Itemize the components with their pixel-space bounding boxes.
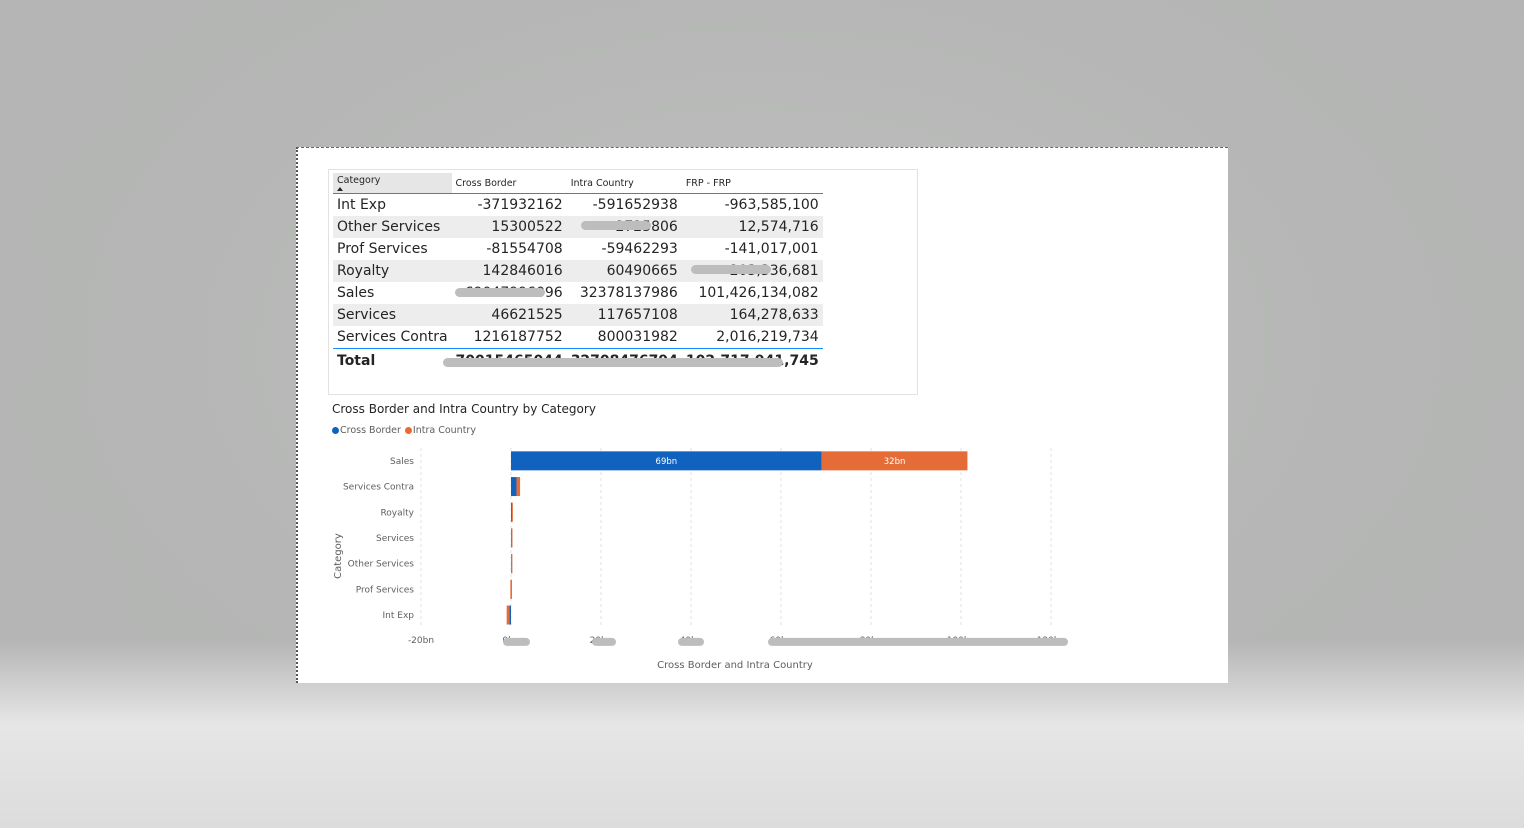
legend-dot-icon bbox=[332, 427, 339, 434]
cell-frp: 164,278,633 bbox=[681, 304, 823, 326]
redaction-mark bbox=[768, 637, 1068, 646]
table-row: Prof Services -81554708 -59462293 -141,0… bbox=[333, 238, 823, 260]
cell-cross-border: -81554708 bbox=[486, 241, 563, 257]
category-label: Prof Services bbox=[356, 585, 415, 595]
sort-ascending-icon bbox=[337, 187, 343, 191]
redaction-mark bbox=[581, 221, 651, 230]
category-label: Sales bbox=[390, 457, 414, 467]
column-header-category[interactable]: Category bbox=[333, 173, 452, 194]
cell-category: Services Contra bbox=[337, 329, 448, 345]
cell-intra-country: -591652938 bbox=[592, 197, 678, 213]
cell-category: Other Services bbox=[333, 216, 452, 238]
redaction-mark bbox=[691, 265, 771, 274]
table-row: Sales 69047996096 32378137986 101,426,13… bbox=[333, 282, 823, 304]
cell-cross-border: -371932162 bbox=[477, 197, 563, 213]
cell-category: Sales bbox=[337, 285, 375, 301]
y-axis-title: Category bbox=[333, 533, 344, 579]
column-header-cross-border[interactable]: Cross Border bbox=[451, 173, 567, 194]
cell-frp: 101,426,134,082 bbox=[698, 285, 819, 301]
cell-cross-border: 15300522 bbox=[451, 216, 567, 238]
data-label: 32bn bbox=[884, 457, 906, 467]
bar-intra-country bbox=[516, 477, 521, 497]
cell-cross-border: 46621525 bbox=[451, 304, 567, 326]
column-header-frp[interactable]: FRP - FRP bbox=[681, 173, 823, 194]
column-header-label: Category bbox=[337, 175, 381, 186]
bar-intra-country bbox=[510, 579, 512, 599]
axis-redactions bbox=[503, 637, 1068, 646]
category-label: Other Services bbox=[348, 560, 415, 570]
bar-intra-country bbox=[511, 502, 513, 522]
table-row: Int Exp -371932162 -591652938 -963,585,1… bbox=[333, 194, 823, 217]
legend-dot-icon bbox=[404, 427, 412, 434]
cell-intra-country: 60490665 bbox=[566, 260, 682, 282]
cell-total-label: Total bbox=[333, 348, 452, 373]
category-label: Royalty bbox=[380, 508, 414, 518]
table-row: Services 46621525 117657108 164,278,633 bbox=[333, 304, 823, 326]
cell-intra-country: -59462293 bbox=[601, 241, 678, 257]
bar-chart[interactable]: 69bn 32bn Sales Services Contra Royalty Serv… bbox=[298, 438, 1198, 678]
cell-intra-country: 800031982 bbox=[597, 329, 678, 345]
table-header-row: Category Cross Border Intra Country FRP … bbox=[333, 173, 823, 194]
chart-bars: 69bn 32bn bbox=[506, 451, 968, 625]
redaction-mark bbox=[678, 637, 704, 646]
data-label: 69bn bbox=[656, 457, 678, 467]
cell-frp: 12,574,716 bbox=[681, 216, 823, 238]
x-axis-title: Cross Border and Intra Country bbox=[657, 660, 813, 671]
bar-intra-country bbox=[511, 554, 513, 574]
category-label: Int Exp bbox=[383, 611, 415, 621]
cell-intra-country: 32378137986 bbox=[579, 285, 678, 301]
cell-frp: -963,585,100 bbox=[724, 197, 819, 213]
category-label: Services Contra bbox=[343, 483, 414, 493]
bar-intra-country bbox=[511, 528, 513, 548]
cell-frp: 2,016,219,734 bbox=[716, 329, 819, 345]
cell-frp: -141,017,001 bbox=[724, 241, 819, 257]
cell-cross-border: 1216187752 bbox=[473, 329, 563, 345]
x-tick-label: -20bn bbox=[408, 636, 434, 646]
cell-cross-border: 142846016 bbox=[451, 260, 567, 282]
table-row: Services Contra 1216187752 800031982 2,0… bbox=[333, 326, 823, 349]
chart-title: Cross Border and Intra Country by Catego… bbox=[332, 402, 596, 416]
cell-category: Royalty bbox=[333, 260, 452, 282]
cell-category: Services bbox=[333, 304, 452, 326]
chart-gridlines bbox=[420, 448, 1052, 628]
report-canvas[interactable]: Category Cross Border Intra Country FRP … bbox=[296, 147, 1228, 683]
chart-legend[interactable]: Cross Border Intra Country bbox=[332, 425, 476, 436]
legend-item-cross-border[interactable]: Cross Border bbox=[332, 425, 401, 436]
legend-item-intra-country[interactable]: Intra Country bbox=[404, 425, 476, 436]
redaction-mark bbox=[455, 288, 545, 297]
legend-label: Intra Country bbox=[412, 425, 476, 436]
cell-category: Int Exp bbox=[337, 197, 386, 213]
table-row: Other Services 15300522 2725806 12,574,7… bbox=[333, 216, 823, 238]
redaction-mark bbox=[443, 358, 783, 367]
category-axis-labels: Sales Services Contra Royalty Services Other… bbox=[343, 457, 415, 621]
cell-category: Prof Services bbox=[337, 241, 428, 257]
category-label: Services bbox=[376, 534, 414, 544]
column-header-intra-country[interactable]: Intra Country bbox=[566, 173, 682, 194]
bar-cross-border bbox=[511, 477, 517, 497]
cell-intra-country: 117657108 bbox=[566, 304, 682, 326]
redaction-mark bbox=[592, 637, 616, 646]
table-visual[interactable]: Category Cross Border Intra Country FRP … bbox=[328, 169, 918, 395]
bar-cross-border bbox=[509, 605, 511, 625]
bar-intra-country bbox=[506, 605, 510, 625]
legend-label: Cross Border bbox=[340, 425, 401, 436]
redaction-mark bbox=[503, 637, 530, 646]
